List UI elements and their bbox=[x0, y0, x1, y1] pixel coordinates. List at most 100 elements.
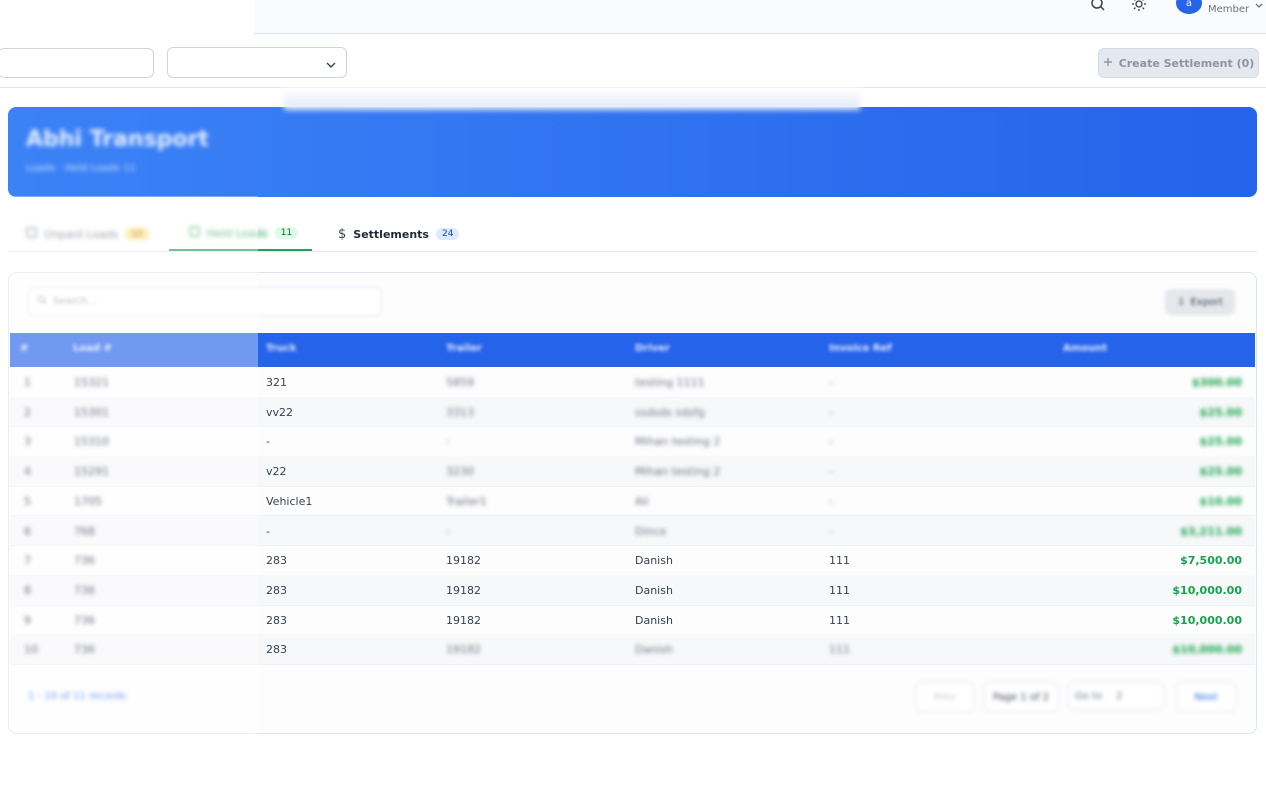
table-cell-load: 768 bbox=[74, 524, 95, 538]
column-header-amount[interactable]: Amount bbox=[1063, 343, 1107, 354]
search-icon[interactable] bbox=[1088, 0, 1108, 14]
table-cell-driver: Mihan testing 2 bbox=[635, 465, 721, 479]
table-cell-load: 15291 bbox=[74, 465, 109, 479]
table-cell-invoice: - bbox=[829, 376, 833, 389]
table-cell-n: 9 bbox=[24, 613, 31, 627]
table-cell-truck: v22 bbox=[266, 465, 287, 479]
go-to-page[interactable]: Go to 2 bbox=[1068, 682, 1164, 710]
table-cell-n: 1 bbox=[24, 376, 31, 389]
table-cell-load: 15301 bbox=[74, 405, 109, 419]
table-cell-n: 7 bbox=[24, 554, 31, 568]
table-cell-amount: $10.00 bbox=[1199, 494, 1242, 508]
table-cell-driver: Ali bbox=[635, 494, 649, 508]
table-cell-invoice: 111 bbox=[829, 583, 850, 597]
table-cell-truck: - bbox=[266, 524, 270, 538]
tab-settlements[interactable]: $ Settlements 24 bbox=[338, 217, 460, 251]
table-cell-driver: Dince bbox=[635, 524, 667, 538]
prev-page-button[interactable]: Prev bbox=[916, 682, 974, 712]
table-cell-truck: 283 bbox=[266, 583, 287, 597]
table-cell-n: 3 bbox=[24, 435, 31, 449]
table-cell-driver: Danish bbox=[635, 554, 673, 568]
dollar-icon: $ bbox=[338, 226, 347, 242]
tab-label: Settlements bbox=[353, 227, 429, 241]
table-cell-amount: $25.00 bbox=[1199, 405, 1242, 419]
export-label: Export bbox=[1190, 296, 1224, 308]
table-cell-truck: 283 bbox=[266, 643, 287, 657]
user-role: Member bbox=[1208, 4, 1250, 15]
table-cell-truck: 283 bbox=[266, 554, 287, 568]
table-cell-load: 736 bbox=[74, 613, 95, 627]
table-cell-amount: $25.00 bbox=[1199, 435, 1242, 449]
page-indicator: Page 1 of 2 bbox=[984, 682, 1058, 712]
table-cell-invoice: 111 bbox=[829, 643, 850, 657]
table-cell-n: 6 bbox=[24, 524, 31, 538]
table-cell-load: 736 bbox=[74, 554, 95, 568]
table-cell-trailer: 19182 bbox=[446, 554, 481, 568]
table-cell-truck: - bbox=[266, 435, 270, 449]
table-cell-trailer: 5859 bbox=[446, 376, 474, 389]
table-cell-truck: 321 bbox=[266, 376, 287, 389]
go-to-label: Go to bbox=[1075, 690, 1103, 702]
table-cell-trailer: 3230 bbox=[446, 465, 474, 479]
column-header-invoice[interactable]: Invoice Ref bbox=[829, 343, 892, 354]
filter-select[interactable] bbox=[167, 47, 347, 78]
table-cell-trailer: 3313 bbox=[446, 405, 474, 419]
chevron-down-icon[interactable] bbox=[1254, 0, 1264, 15]
export-button[interactable]: ⇩ Export bbox=[1165, 289, 1235, 315]
go-to-input[interactable]: 2 bbox=[1116, 691, 1122, 702]
table-cell-invoice: 111 bbox=[829, 554, 850, 568]
table-cell-truck: Vehicle1 bbox=[266, 494, 313, 508]
column-header-driver[interactable]: Driver bbox=[635, 343, 670, 354]
breadcrumb: Loads · Held Loads 11 bbox=[26, 163, 136, 174]
table-cell-truck: vv22 bbox=[266, 405, 294, 419]
table-cell-load: 736 bbox=[74, 643, 95, 657]
company-banner bbox=[8, 107, 1257, 197]
banner-haze bbox=[284, 88, 860, 110]
table-cell-n: 8 bbox=[24, 583, 31, 597]
table-cell-invoice: - bbox=[829, 435, 833, 449]
table-cell-amount: $300.00 bbox=[1191, 376, 1242, 389]
table-cell-amount: $10,000.00 bbox=[1172, 613, 1242, 627]
table-cell-driver: Danish bbox=[635, 613, 673, 627]
create-settlement-button[interactable]: Create Settlement (0) bbox=[1098, 48, 1259, 78]
table-cell-amount: $7,500.00 bbox=[1180, 554, 1242, 568]
table-cell-driver: Danish bbox=[635, 643, 673, 657]
sun-icon[interactable] bbox=[1129, 0, 1149, 14]
table-cell-n: 10 bbox=[24, 643, 38, 657]
table-cell-invoice: - bbox=[829, 494, 833, 508]
table-cell-invoice: - bbox=[829, 405, 833, 419]
table-cell-trailer: 19182 bbox=[446, 643, 481, 657]
table-cell-trailer: 19182 bbox=[446, 583, 481, 597]
page-title: Abhi Transport bbox=[26, 127, 209, 152]
next-page-button[interactable]: Next bbox=[1176, 682, 1236, 712]
tab-count: 24 bbox=[435, 228, 460, 240]
download-icon: ⇩ bbox=[1176, 296, 1186, 308]
table-cell-n: 2 bbox=[24, 405, 31, 419]
table-cell-trailer: - bbox=[446, 524, 450, 538]
avatar-initial: a bbox=[1185, 0, 1193, 9]
table-cell-n: 4 bbox=[24, 465, 31, 479]
column-header-truck[interactable]: Truck bbox=[266, 343, 296, 354]
table-cell-load: 15321 bbox=[74, 376, 109, 389]
chevron-down-icon bbox=[325, 56, 337, 75]
table-cell-amount: $25.00 bbox=[1199, 465, 1242, 479]
table-cell-amount: $3,211.00 bbox=[1180, 524, 1242, 538]
table-cell-load: 736 bbox=[74, 583, 95, 597]
table-cell-driver: ssdsds sdsfg bbox=[635, 405, 705, 419]
left-overlay bbox=[0, 196, 258, 736]
tab-count: 11 bbox=[274, 227, 299, 239]
column-header-trailer[interactable]: Trailer bbox=[446, 343, 482, 354]
table-cell-driver: Danish bbox=[635, 583, 673, 597]
table-cell-load: 1705 bbox=[74, 494, 102, 508]
table-cell-trailer: Trailer1 bbox=[446, 494, 487, 508]
table-cell-truck: 283 bbox=[266, 613, 287, 627]
table-cell-amount: $10,000.00 bbox=[1172, 643, 1242, 657]
table-cell-trailer: 19182 bbox=[446, 613, 481, 627]
table-cell-n: 5 bbox=[24, 494, 31, 508]
company-select[interactable] bbox=[0, 48, 154, 78]
table-cell-invoice: - bbox=[829, 524, 833, 538]
create-settlement-label: Create Settlement (0) bbox=[1118, 56, 1255, 70]
sidebar-header bbox=[0, 0, 254, 36]
table-cell-driver: testing 1111 bbox=[635, 376, 705, 389]
table-cell-amount: $10,000.00 bbox=[1172, 583, 1242, 597]
